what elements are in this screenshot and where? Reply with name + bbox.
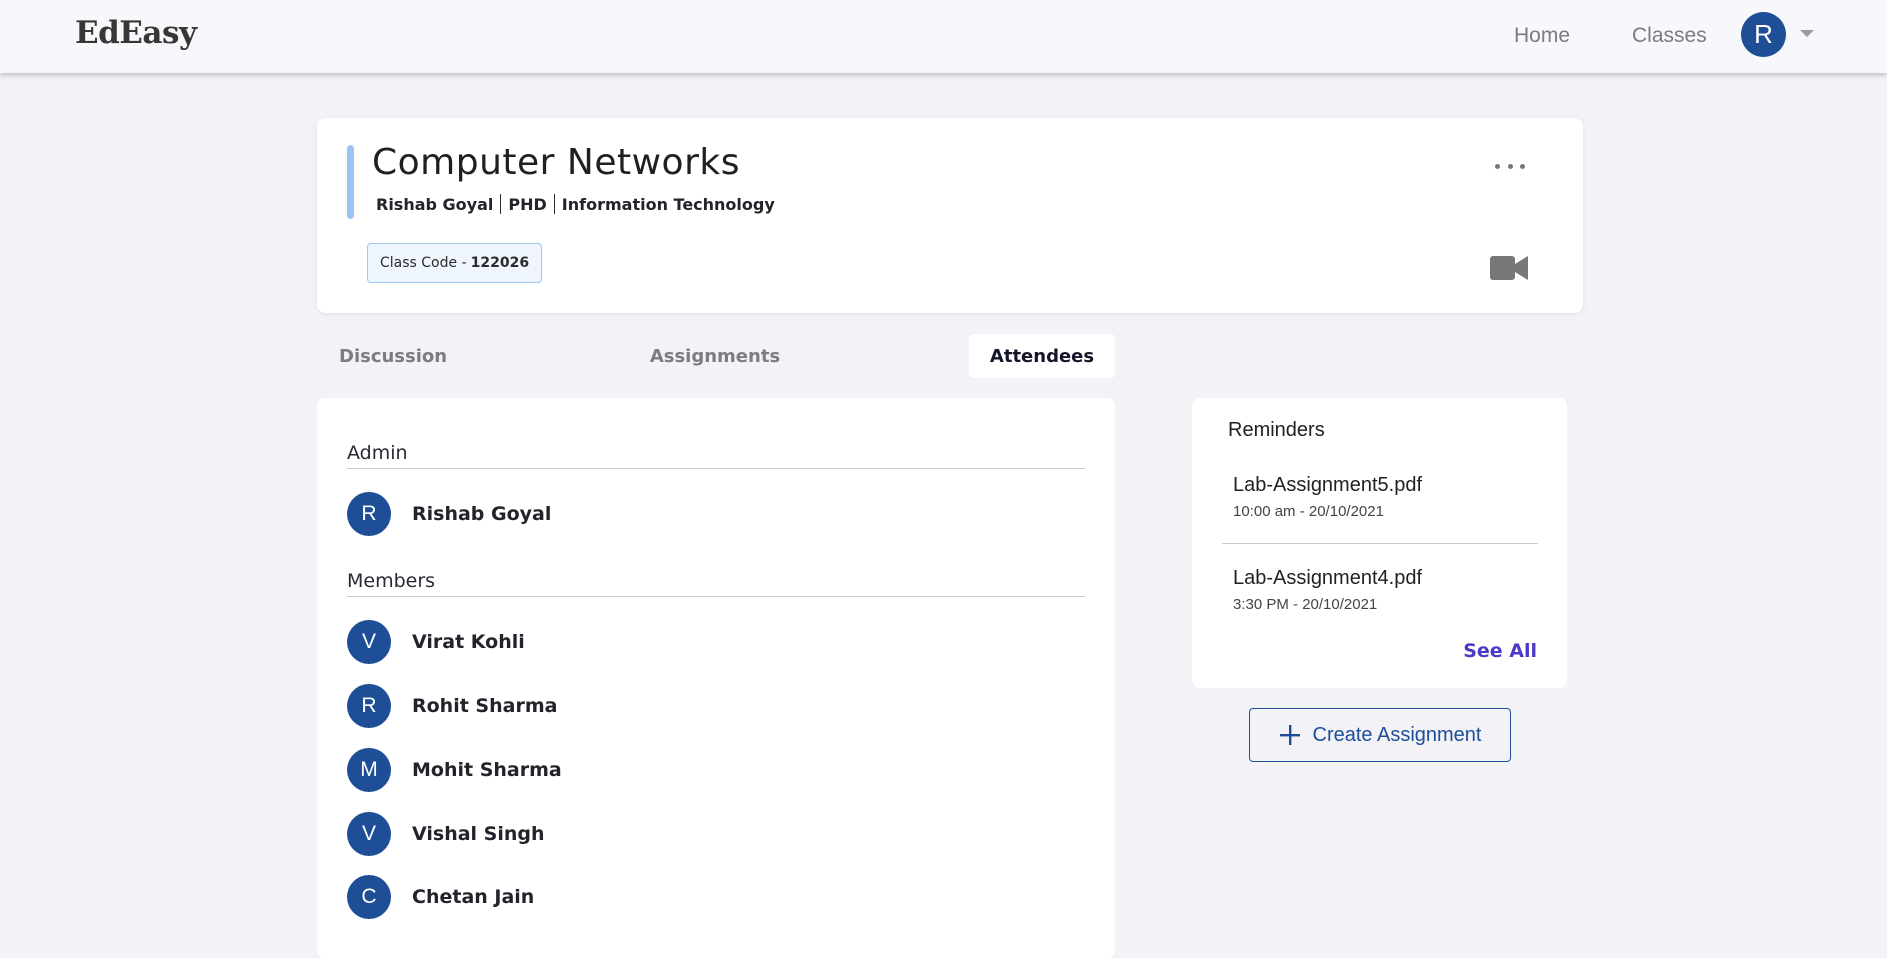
class-code-value: 122026 <box>470 255 530 271</box>
user-avatar[interactable]: R <box>1741 12 1786 57</box>
attendees-panel: Admin R Rishab Goyal Members V Virat Koh… <box>317 398 1115 958</box>
attendee-row: V Vishal Singh <box>347 812 545 856</box>
attendee-name: Virat Kohli <box>412 631 525 653</box>
class-title: Computer Networks <box>372 142 740 183</box>
video-camera-icon[interactable] <box>1490 254 1528 282</box>
class-code-badge[interactable]: Class Code - 122026 <box>367 243 543 283</box>
top-navbar: EdEasy Home Classes R <box>0 0 1887 73</box>
reminder-time: 10:00 am - 20/10/2021 <box>1233 503 1384 520</box>
more-horizontal-icon[interactable] <box>1495 160 1525 172</box>
tab-discussion[interactable]: Discussion <box>317 334 462 378</box>
admin-heading: Admin <box>347 442 1085 469</box>
brand-logo[interactable]: EdEasy <box>75 15 197 51</box>
reminder-time: 3:30 PM - 20/10/2021 <box>1233 596 1378 613</box>
reminders-title: Reminders <box>1228 419 1325 441</box>
reminder-divider <box>1222 543 1538 544</box>
attendee-name: Rohit Sharma <box>412 695 558 717</box>
tab-assignments[interactable]: Assignments <box>630 334 800 378</box>
reminder-file-name: Lab-Assignment4.pdf <box>1233 567 1423 589</box>
members-heading: Members <box>347 570 1085 597</box>
meta-divider <box>500 194 502 214</box>
reminder-file-name: Lab-Assignment5.pdf <box>1233 474 1423 496</box>
create-assignment-label: Create Assignment <box>1312 723 1482 746</box>
nav-home-link[interactable]: Home <box>1514 24 1570 48</box>
class-header-card: Computer Networks Rishab Goyal PHD Infor… <box>317 118 1583 313</box>
attendee-name: Vishal Singh <box>412 823 545 845</box>
tab-attendees[interactable]: Attendees <box>969 334 1115 378</box>
avatar: M <box>347 748 391 792</box>
class-degree: PHD <box>508 194 547 214</box>
reminder-item[interactable]: Lab-Assignment5.pdf 10:00 am - 20/10/202… <box>1233 474 1422 520</box>
meta-divider <box>553 194 555 214</box>
attendee-name: Rishab Goyal <box>412 503 552 525</box>
class-department: Information Technology <box>561 194 775 214</box>
avatar: V <box>347 812 391 856</box>
class-accent-bar <box>347 145 354 219</box>
attendee-row: R Rohit Sharma <box>347 684 557 728</box>
avatar: C <box>347 875 391 919</box>
plus-icon <box>1279 725 1300 745</box>
caret-down-icon[interactable] <box>1800 30 1814 37</box>
avatar: V <box>347 620 391 664</box>
attendee-name: Chetan Jain <box>412 886 535 908</box>
class-code-label: Class Code - <box>380 255 467 271</box>
class-meta: Rishab Goyal PHD Information Technology <box>376 194 775 214</box>
attendee-row: M Mohit Sharma <box>347 748 562 792</box>
create-assignment-button[interactable]: Create Assignment <box>1249 708 1511 762</box>
avatar: R <box>347 492 391 536</box>
avatar: R <box>347 684 391 728</box>
reminder-item[interactable]: Lab-Assignment4.pdf 3:30 PM - 20/10/2021 <box>1233 567 1422 613</box>
attendee-row: R Rishab Goyal <box>347 492 551 536</box>
nav-classes-link[interactable]: Classes <box>1632 24 1707 48</box>
reminders-card: Reminders Lab-Assignment5.pdf 10:00 am -… <box>1192 398 1567 688</box>
see-all-link[interactable]: See All <box>1463 640 1537 662</box>
attendee-row: V Virat Kohli <box>347 620 525 664</box>
attendee-row: C Chetan Jain <box>347 875 534 919</box>
attendee-name: Mohit Sharma <box>412 759 562 781</box>
class-teacher: Rishab Goyal <box>376 194 494 214</box>
